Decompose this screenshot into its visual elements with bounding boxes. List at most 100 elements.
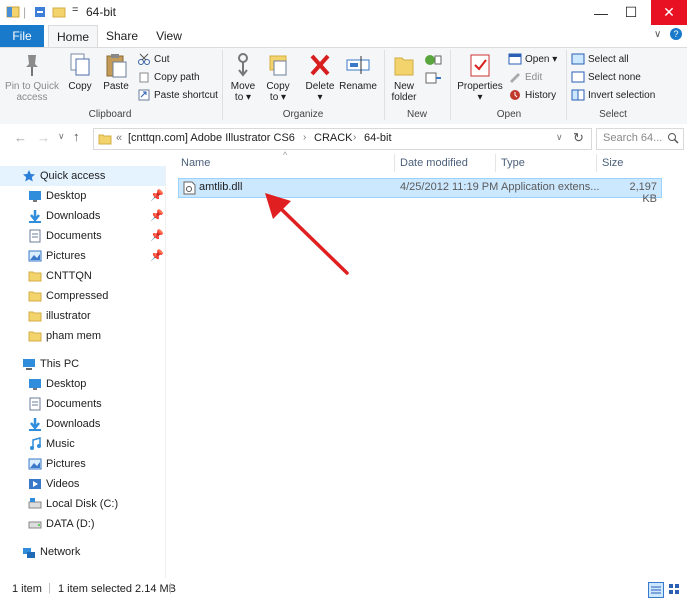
search-icon[interactable] — [667, 132, 679, 144]
status-selection: 1 item selected 2.14 MB — [58, 583, 177, 595]
sidebar-item-network[interactable]: Network — [0, 542, 165, 562]
sidebar-item-pc-desktop[interactable]: Desktop — [0, 374, 165, 394]
forward-arrow-icon[interactable]: → — [37, 130, 50, 145]
close-button[interactable]: ✕ — [651, 0, 687, 25]
sidebar-item-compressed[interactable]: Compressed — [0, 286, 165, 306]
easy-access-icon[interactable] — [424, 71, 442, 85]
pin-label: Pin to Quick access — [5, 81, 59, 103]
history-button[interactable]: History — [508, 89, 556, 101]
sidebar-item-pc-downloads[interactable]: Downloads — [0, 414, 165, 434]
file-row[interactable]: amtlib.dll 4/25/2012 11:19 PM Applicatio… — [178, 178, 662, 205]
delete-label: Delete ▾ — [305, 81, 335, 103]
refresh-icon[interactable]: ↻ — [573, 130, 584, 146]
address-bar[interactable]: « [cnttqn.com] Adobe Illustrator CS6 › C… — [93, 128, 592, 150]
select-all-label: Select all — [588, 53, 629, 65]
paste-label: Paste — [103, 81, 129, 92]
pin-quick-access-button[interactable]: Pin to Quick access — [4, 51, 60, 103]
move-to-button[interactable]: Move to ▾ — [228, 51, 258, 103]
maximize-button[interactable]: ☐ — [616, 0, 646, 25]
large-icons-view-icon[interactable] — [667, 582, 681, 596]
sort-ascending-icon: ^ — [283, 150, 288, 160]
sidebar-item-pc-pictures[interactable]: Pictures — [0, 454, 165, 474]
sidebar-item-quick-access[interactable]: Quick access — [0, 166, 165, 186]
sidebar-item-label: illustrator — [46, 310, 91, 322]
tab-view[interactable]: View — [152, 25, 186, 47]
pin-icon[interactable]: 📌 — [150, 189, 164, 202]
breadcrumb-item[interactable]: 64-bit — [364, 132, 392, 144]
qat-dropdown-icon[interactable]: = — [72, 4, 78, 16]
ribbon-collapse-icon[interactable]: ∨ — [654, 29, 661, 40]
edit-button[interactable]: Edit — [508, 71, 542, 83]
paste-button[interactable]: Paste — [100, 51, 132, 92]
breadcrumb-item[interactable]: [cnttqn.com] Adobe Illustrator CS6 — [128, 132, 295, 144]
select-all-button[interactable]: Select all — [571, 53, 629, 65]
rename-button[interactable]: Rename — [339, 51, 377, 92]
open-button[interactable]: Open ▾ — [508, 53, 557, 65]
details-view-icon[interactable] — [648, 582, 664, 598]
column-divider[interactable] — [596, 154, 597, 172]
properties-qat-icon[interactable] — [33, 6, 47, 18]
sidebar-item-label: Documents — [46, 398, 102, 410]
back-arrow-icon[interactable]: ← — [14, 130, 27, 145]
copy-path-button[interactable]: Copy path — [137, 71, 200, 83]
address-dropdown-icon[interactable]: ∨ — [556, 132, 563, 143]
column-header-size[interactable]: Size — [602, 157, 623, 169]
pin-icon[interactable]: 📌 — [150, 209, 164, 222]
sidebar-item-downloads[interactable]: Downloads 📌 — [0, 206, 165, 226]
sidebar-item-cnttqn[interactable]: CNTTQN — [0, 266, 165, 286]
status-item-count: 1 item — [12, 583, 42, 595]
new-folder-qat-icon[interactable] — [52, 5, 66, 18]
sidebar-item-data-d[interactable]: DATA (D:) — [0, 514, 165, 534]
invert-selection-button[interactable]: Invert selection — [571, 89, 655, 101]
column-header-name[interactable]: Name — [181, 157, 210, 169]
network-icon — [22, 545, 36, 559]
properties-button[interactable]: Properties ▾ — [455, 51, 505, 103]
sidebar-item-documents[interactable]: Documents 📌 — [0, 226, 165, 246]
recent-locations-chevron-icon[interactable]: ∨ — [58, 131, 65, 142]
minimize-button[interactable]: — — [586, 0, 616, 25]
select-none-button[interactable]: Select none — [571, 71, 641, 83]
sidebar-item-pictures[interactable]: Pictures 📌 — [0, 246, 165, 266]
sidebar-item-label: Pictures — [46, 458, 86, 470]
tab-share[interactable]: Share — [104, 25, 140, 47]
search-box[interactable]: Search 64... — [596, 128, 684, 150]
sidebar-item-pc-documents[interactable]: Documents — [0, 394, 165, 414]
delete-button[interactable]: Delete ▾ — [303, 51, 337, 103]
sidebar-item-music[interactable]: Music — [0, 434, 165, 454]
copy-path-icon — [137, 71, 151, 83]
sidebar-item-illustrator[interactable]: illustrator — [0, 306, 165, 326]
sidebar-item-desktop[interactable]: Desktop 📌 — [0, 186, 165, 206]
pin-icon[interactable]: 📌 — [150, 249, 164, 262]
breadcrumb-separator-icon[interactable]: › — [353, 132, 356, 143]
up-arrow-icon[interactable]: ↑ — [73, 129, 80, 144]
copy-button[interactable]: Copy — [64, 51, 96, 92]
breadcrumb-item[interactable]: CRACK — [314, 132, 353, 144]
breadcrumb-overflow[interactable]: « — [116, 132, 122, 144]
new-folder-button[interactable]: New folder — [388, 51, 420, 103]
breadcrumb-separator-icon[interactable]: › — [303, 132, 306, 143]
tab-home[interactable]: Home — [48, 25, 98, 49]
help-icon[interactable]: ? — [670, 28, 682, 40]
sidebar-item-local-disk-c[interactable]: Local Disk (C:) — [0, 494, 165, 514]
properties-label: Properties ▾ — [457, 81, 503, 103]
column-header-type[interactable]: Type — [501, 157, 525, 169]
file-size: 2,197 KB — [629, 181, 657, 205]
downloads-icon — [28, 209, 42, 223]
sidebar-item-pham-mem[interactable]: pham mem — [0, 326, 165, 346]
copy-to-button[interactable]: Copy to ▾ — [263, 51, 293, 103]
column-header-date[interactable]: Date modified — [400, 157, 468, 169]
new-item-icon[interactable] — [424, 53, 442, 67]
sidebar-item-label: Desktop — [46, 378, 87, 390]
column-divider[interactable] — [394, 154, 395, 172]
cut-button[interactable]: Cut — [137, 53, 170, 65]
title-bar: | = 64-bit — ☐ ✕ — [0, 0, 687, 26]
computer-icon — [22, 357, 36, 371]
sidebar-item-label: Downloads — [46, 418, 101, 430]
column-divider[interactable] — [495, 154, 496, 172]
paste-shortcut-button[interactable]: Paste shortcut — [137, 89, 218, 101]
sidebar-item-this-pc[interactable]: This PC — [0, 354, 165, 374]
pin-icon[interactable]: 📌 — [150, 229, 164, 242]
sidebar-item-videos[interactable]: Videos — [0, 474, 165, 494]
tab-file[interactable]: File — [0, 25, 44, 47]
documents-icon — [28, 229, 42, 243]
